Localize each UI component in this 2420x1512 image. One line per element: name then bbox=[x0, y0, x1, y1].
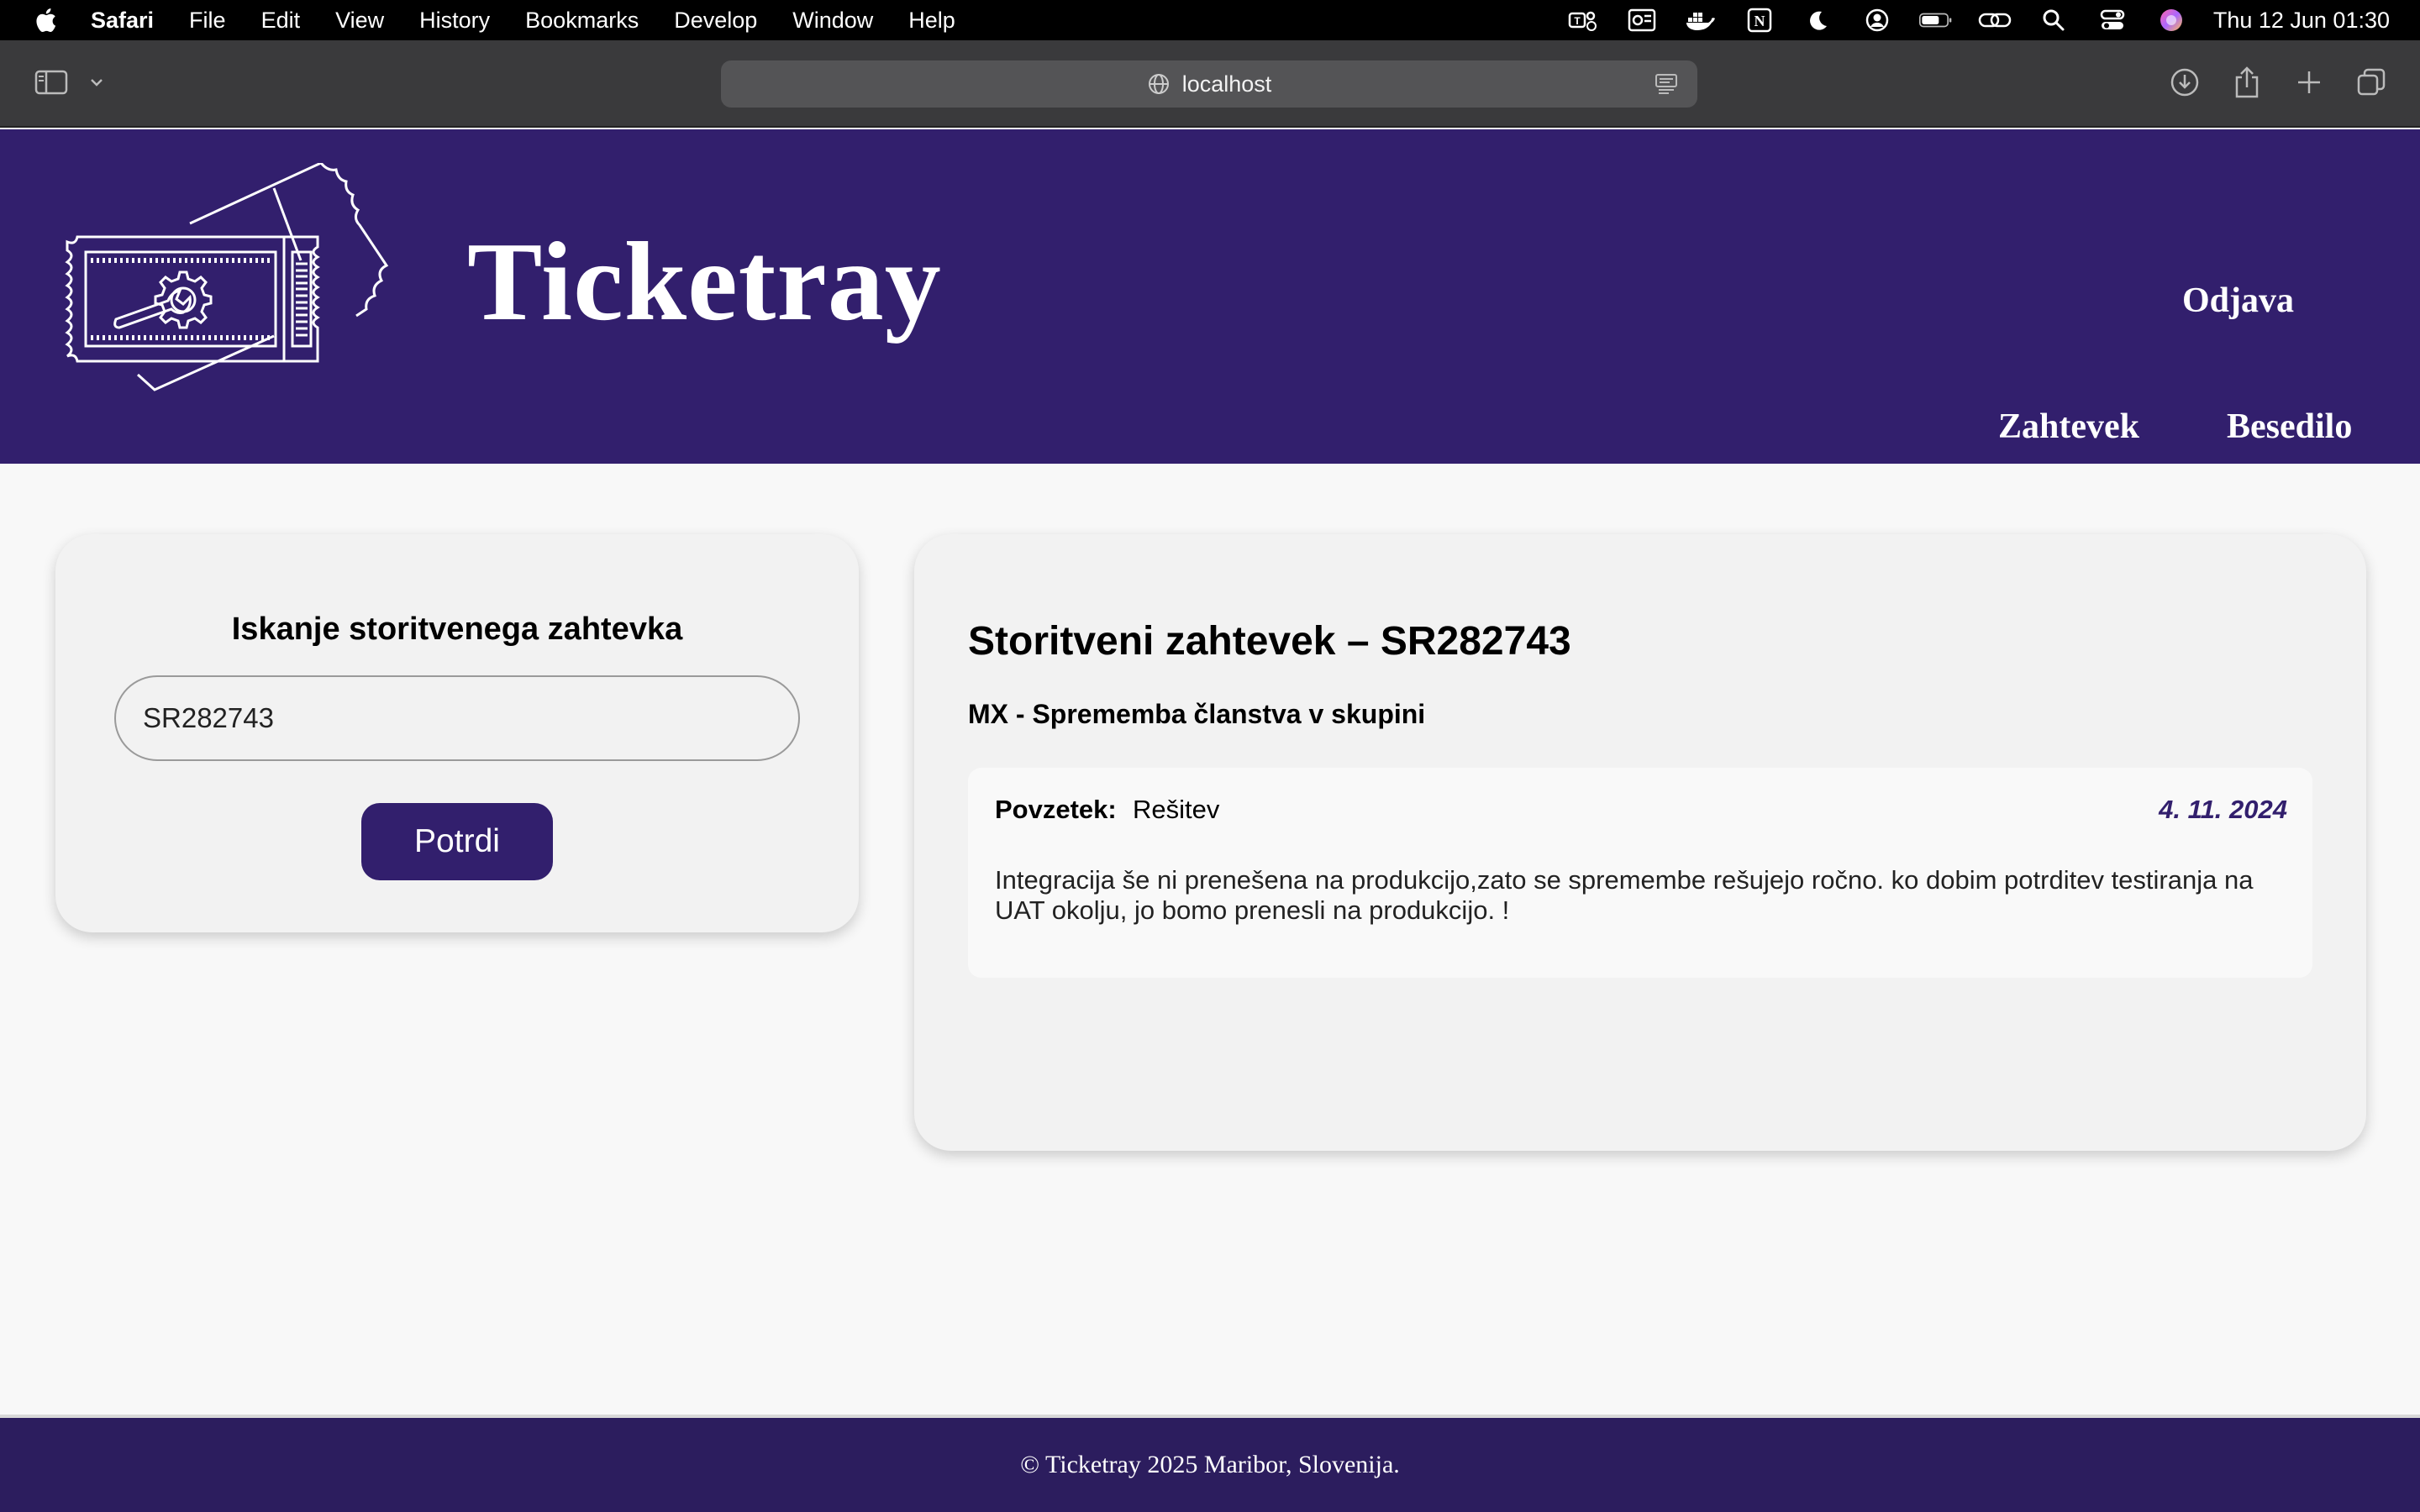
menubar-clock[interactable]: Thu 12 Jun 01:30 bbox=[2213, 8, 2390, 34]
battery-icon[interactable] bbox=[1918, 7, 1953, 34]
entry-type: Rešitev bbox=[1133, 795, 1220, 824]
notion-icon[interactable]: N bbox=[1743, 7, 1776, 34]
ticket-detail-card: Storitveni zahtevek – SR282743 MX - Spre… bbox=[914, 534, 2366, 1151]
ticket-title: Storitveni zahtevek – SR282743 bbox=[968, 619, 1571, 664]
nav-link-request[interactable]: Zahtevek bbox=[1998, 407, 2139, 447]
menu-history[interactable]: History bbox=[419, 8, 490, 34]
entry-text: Integracija še ni prenešena na produkcij… bbox=[995, 865, 2254, 925]
menu-file[interactable]: File bbox=[189, 8, 226, 34]
menu-develop[interactable]: Develop bbox=[674, 8, 757, 34]
nav-link-text[interactable]: Besedilo bbox=[2227, 407, 2352, 447]
search-card-title: Iskanje storitvenega zahtevka bbox=[231, 612, 683, 647]
menu-window[interactable]: Window bbox=[792, 8, 873, 34]
app-header: Ticketray Odjava Zahtevek Besedilo bbox=[0, 129, 2420, 464]
menu-bookmarks[interactable]: Bookmarks bbox=[525, 8, 639, 34]
outlook-icon[interactable] bbox=[1625, 7, 1659, 34]
teams-icon[interactable]: T bbox=[1566, 7, 1600, 34]
menu-view[interactable]: View bbox=[335, 8, 384, 34]
tab-overview-icon[interactable] bbox=[2354, 66, 2388, 99]
search-icon[interactable] bbox=[2037, 7, 2070, 34]
ticket-entry: Povzetek: Rešitev 4. 11. 2024 Integracij… bbox=[968, 768, 2312, 978]
svg-text:N: N bbox=[1754, 13, 1765, 29]
chevron-down-icon[interactable] bbox=[87, 72, 106, 92]
new-tab-icon[interactable] bbox=[2292, 66, 2326, 99]
share-icon[interactable] bbox=[2230, 64, 2264, 101]
user-account-icon[interactable] bbox=[1860, 7, 1894, 34]
menu-help[interactable]: Help bbox=[908, 8, 955, 34]
footer-text: © Ticketray 2025 Maribor, Slovenija. bbox=[1020, 1451, 1400, 1478]
moon-icon[interactable] bbox=[1802, 7, 1835, 34]
submit-button[interactable]: Potrdi bbox=[361, 803, 553, 880]
reader-mode-icon[interactable] bbox=[1654, 72, 1679, 96]
entry-label: Povzetek: bbox=[995, 795, 1117, 824]
address-bar-url: localhost bbox=[1181, 71, 1272, 97]
brand-title: Ticketray bbox=[467, 219, 942, 344]
menu-app-name[interactable]: Safari bbox=[91, 8, 154, 34]
entry-date: 4. 11. 2024 bbox=[2159, 795, 2287, 824]
downloads-icon[interactable] bbox=[2168, 66, 2202, 99]
sidebar-toggle-icon[interactable] bbox=[34, 67, 69, 97]
menubar-status-area: T N Thu 12 Jun 01:30 bbox=[1541, 0, 2390, 40]
docker-icon[interactable] bbox=[1684, 7, 1718, 34]
ticket-subtitle: MX - Sprememba članstva v skupini bbox=[968, 699, 1426, 729]
link-icon[interactable] bbox=[1978, 7, 2012, 34]
svg-text:T: T bbox=[1574, 15, 1581, 27]
menu-edit[interactable]: Edit bbox=[261, 8, 301, 34]
search-card: Iskanje storitvenega zahtevka Potrdi bbox=[55, 534, 859, 932]
page-footer: © Ticketray 2025 Maribor, Slovenija. bbox=[0, 1415, 2420, 1512]
ticket-logo-icon[interactable] bbox=[64, 163, 392, 395]
control-center-icon[interactable] bbox=[2096, 7, 2129, 34]
logout-link[interactable]: Odjava bbox=[2182, 281, 2294, 321]
apple-icon[interactable] bbox=[32, 6, 57, 34]
ticket-search-input[interactable] bbox=[114, 675, 800, 761]
globe-icon bbox=[1148, 74, 1169, 94]
browser-toolbar: localhost bbox=[0, 40, 2420, 128]
address-bar[interactable]: localhost bbox=[721, 60, 1697, 108]
siri-icon[interactable] bbox=[2154, 7, 2188, 34]
macos-menubar: Safari File Edit View History Bookmarks … bbox=[0, 0, 2420, 40]
